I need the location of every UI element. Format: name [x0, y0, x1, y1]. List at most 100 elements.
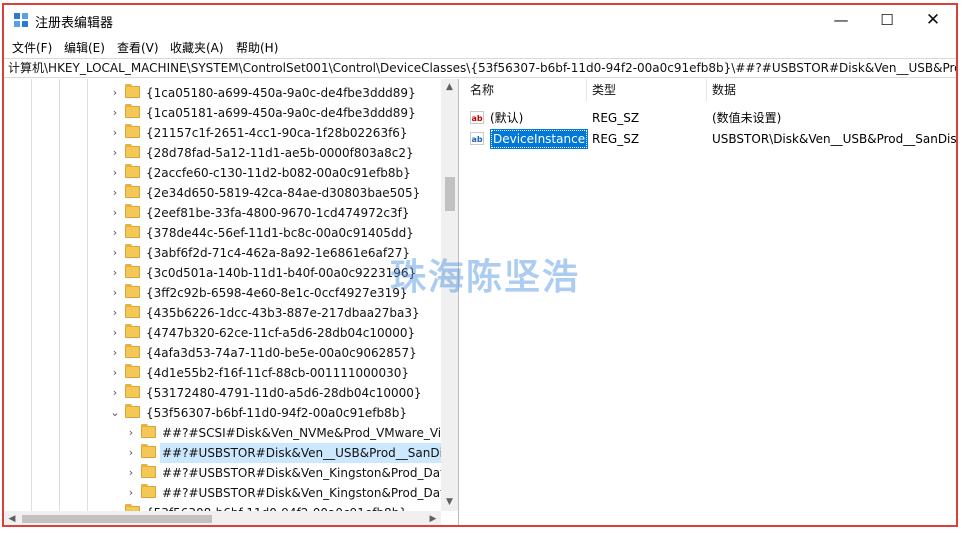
scroll-right-icon[interactable]: ▶: [425, 511, 441, 525]
tree-item-label: ##?#USBSTOR#Disk&Ven_Kingston&Prod_DataT: [162, 466, 459, 480]
menu-view[interactable]: 查看(V): [117, 39, 159, 56]
tree-item-label: ##?#SCSI#Disk&Ven_NVMe&Prod_VMware_Virtu: [162, 426, 459, 440]
chevron-right-icon[interactable]: ›: [125, 423, 137, 443]
tree-item-label: {4d1e55b2-f16f-11cf-88cb-001111000030}: [146, 366, 409, 380]
tree-horizontal-scrollbar[interactable]: ◀ ▶: [4, 511, 441, 525]
chevron-right-icon[interactable]: ›: [109, 343, 121, 363]
key-tree-pane[interactable]: › {1ca05180-a699-450a-9a0c-de4fbe3ddd89}…: [4, 79, 459, 525]
folder-icon: [141, 484, 156, 498]
scroll-thumb[interactable]: [445, 177, 455, 211]
maximize-button[interactable]: ☐: [864, 5, 910, 35]
menu-bar: 文件(F) 编辑(E) 查看(V) 收藏夹(A) 帮助(H): [4, 36, 956, 56]
chevron-right-icon[interactable]: ›: [109, 163, 121, 183]
address-bar[interactable]: 计算机\HKEY_LOCAL_MACHINE\SYSTEM\ControlSet…: [4, 58, 956, 78]
value-name: DeviceInstance: [490, 129, 589, 149]
column-header-data[interactable]: 数据: [712, 79, 736, 101]
value-row[interactable]: ab (默认) REG_SZ (数值未设置): [470, 108, 956, 128]
value-type: REG_SZ: [592, 132, 640, 146]
value-name: (默认): [490, 111, 524, 125]
tree-guide-lines: [4, 79, 114, 511]
tree-item-label: {21157c1f-2651-4cc1-90ca-1f28b02263f6}: [146, 126, 408, 140]
menu-edit[interactable]: 编辑(E): [64, 39, 105, 56]
folder-icon: [125, 84, 140, 98]
chevron-right-icon[interactable]: ›: [125, 463, 137, 483]
tree-item-label: {3ff2c92b-6598-4e60-8e1c-0ccf4927e319}: [146, 286, 408, 300]
value-data: (数值未设置): [712, 111, 782, 125]
scroll-left-icon[interactable]: ◀: [4, 511, 20, 525]
folder-icon: [125, 364, 140, 378]
window-title: 注册表编辑器: [35, 16, 114, 31]
folder-icon: [125, 104, 140, 118]
folder-icon: [125, 264, 140, 278]
tree-item-label: {4afa3d53-74a7-11d0-be5e-00a0c9062857}: [146, 346, 417, 360]
close-button[interactable]: ✕: [910, 5, 956, 35]
chevron-right-icon[interactable]: ›: [109, 283, 121, 303]
value-data: USBSTOR\Disk&Ven__USB&Prod__SanDisk: [712, 132, 956, 146]
chevron-down-icon[interactable]: ⌄: [109, 403, 121, 423]
column-header-type[interactable]: 类型: [592, 79, 616, 101]
folder-icon: [125, 324, 140, 338]
chevron-right-icon[interactable]: ›: [109, 203, 121, 223]
folder-icon: [125, 224, 140, 238]
folder-icon: [141, 444, 156, 458]
scroll-down-icon[interactable]: ▼: [441, 494, 458, 511]
tree-item-label: {28d78fad-5a12-11d1-ae5b-0000f803a8c2}: [146, 146, 414, 160]
tree-item-label: {3c0d501a-140b-11d1-b40f-00a0c9223196}: [146, 266, 417, 280]
value-type: REG_SZ: [592, 111, 640, 125]
registry-editor-window: 注册表编辑器 — ☐ ✕ 文件(F) 编辑(E) 查看(V) 收藏夹(A) 帮助…: [2, 3, 958, 527]
chevron-right-icon[interactable]: ›: [125, 443, 137, 463]
tree-item-label: {1ca05180-a699-450a-9a0c-de4fbe3ddd89}: [146, 86, 416, 100]
chevron-right-icon[interactable]: ›: [109, 83, 121, 103]
folder-icon: [141, 464, 156, 478]
registry-editor-icon: [14, 13, 29, 28]
tree-item-label: {2e34d650-5819-42ca-84ae-d30803bae505}: [146, 186, 421, 200]
column-header-name[interactable]: 名称: [470, 79, 494, 101]
chevron-right-icon[interactable]: ›: [109, 143, 121, 163]
chevron-right-icon[interactable]: ›: [109, 383, 121, 403]
chevron-right-icon[interactable]: ›: [109, 303, 121, 323]
folder-icon: [125, 164, 140, 178]
title-bar[interactable]: 注册表编辑器 — ☐ ✕: [4, 5, 956, 35]
chevron-right-icon[interactable]: ›: [109, 363, 121, 383]
chevron-right-icon[interactable]: ›: [109, 103, 121, 123]
menu-favorites[interactable]: 收藏夹(A): [170, 39, 224, 56]
tree-item-label: ##?#USBSTOR#Disk&Ven_Kingston&Prod_DataT: [162, 486, 459, 500]
menu-help[interactable]: 帮助(H): [236, 39, 278, 56]
column-divider[interactable]: [706, 79, 707, 101]
folder-icon: [125, 184, 140, 198]
scroll-thumb[interactable]: [22, 515, 212, 523]
folder-icon: [125, 244, 140, 258]
tree-item-label: ##?#USBSTOR#Disk&Ven__USB&Prod__SanDisk_: [160, 443, 458, 463]
tree-item-label: {2eef81be-33fa-4800-9670-1cd474972c3f}: [146, 206, 410, 220]
column-divider[interactable]: [586, 79, 587, 101]
value-row-selected[interactable]: ab DeviceInstance REG_SZ USBSTOR\Disk&Ve…: [470, 129, 956, 149]
tree-item-label: {53172480-4791-11d0-a5d6-28db04c10000}: [146, 386, 422, 400]
tree-item-label: {435b6226-1dcc-43b3-887e-217dbaa27ba3}: [146, 306, 420, 320]
watermark-text: 珠海陈坚浩: [390, 257, 581, 298]
values-list-pane[interactable]: 名称 类型 数据 ab (默认) REG_SZ (数值未设置) ab Devic…: [462, 79, 956, 525]
folder-icon: [125, 204, 140, 218]
folder-icon: [125, 344, 140, 358]
tree-item-label: {3abf6f2d-71c4-462a-8a92-1e6861e6af27}: [146, 246, 410, 260]
string-value-icon: ab: [470, 132, 484, 145]
chevron-right-icon[interactable]: ›: [109, 183, 121, 203]
folder-icon: [125, 404, 140, 418]
chevron-right-icon[interactable]: ›: [125, 483, 137, 503]
tree-item-label: {1ca05181-a699-450a-9a0c-de4fbe3ddd89}: [146, 106, 416, 120]
chevron-right-icon[interactable]: ›: [109, 223, 121, 243]
folder-icon: [141, 424, 156, 438]
folder-icon: [125, 304, 140, 318]
tree-item-label: {2accfe60-c130-11d2-b082-00a0c91efb8b}: [146, 166, 411, 180]
chevron-right-icon[interactable]: ›: [109, 263, 121, 283]
menu-file[interactable]: 文件(F): [12, 39, 52, 56]
folder-icon: [125, 384, 140, 398]
folder-icon: [125, 144, 140, 158]
tree-item-label: {4747b320-62ce-11cf-a5d6-28db04c10000}: [146, 326, 416, 340]
scroll-up-icon[interactable]: ▲: [441, 79, 458, 96]
minimize-button[interactable]: —: [818, 5, 864, 35]
chevron-right-icon[interactable]: ›: [109, 243, 121, 263]
chevron-right-icon[interactable]: ›: [109, 123, 121, 143]
chevron-right-icon[interactable]: ›: [109, 323, 121, 343]
folder-icon: [125, 284, 140, 298]
folder-icon: [125, 124, 140, 138]
